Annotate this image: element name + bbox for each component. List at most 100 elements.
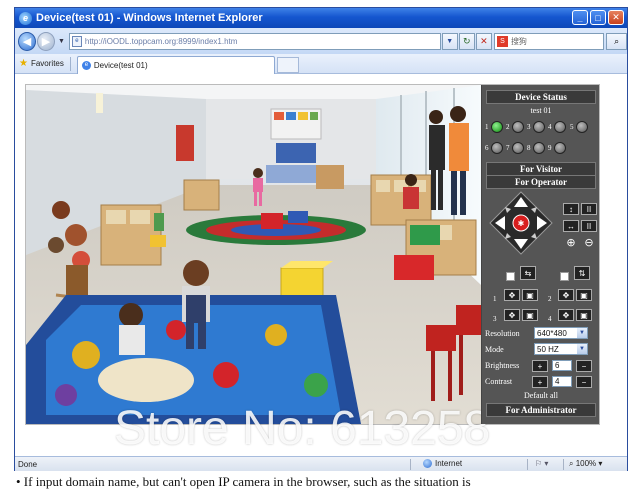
favorites-label[interactable]: Favorites <box>31 59 64 68</box>
led-num: 2 <box>506 123 510 131</box>
protected-mode-icon[interactable]: ⚐ ▾ <box>535 459 548 468</box>
status-led-9 <box>554 142 566 154</box>
ptz-direction-pad[interactable]: ✱ <box>489 191 553 255</box>
title-bar: e Device(test 01) - Windows Internet Exp… <box>15 8 627 28</box>
page-content: Store No: 613258 Device Status test 01 1… <box>15 75 627 456</box>
preset-2-save-button[interactable]: ▣ <box>576 289 592 301</box>
zoom-in-icon[interactable]: ⊕ <box>563 236 579 249</box>
brightness-decrease-button[interactable]: − <box>576 360 592 372</box>
mirror-icon: ⇆ <box>520 266 536 280</box>
mode-value: 50 HZ <box>537 344 559 354</box>
device-name: test 01 <box>530 106 552 115</box>
resolution-label: Resolution <box>485 329 520 338</box>
preset-4-call-button[interactable]: ✥ <box>558 309 574 321</box>
divider <box>69 56 71 71</box>
flip-icon: ⇅ <box>574 266 590 280</box>
contrast-field[interactable]: 4 <box>552 376 572 387</box>
address-dropdown-button[interactable]: ▼ <box>441 32 458 50</box>
divider <box>410 459 411 470</box>
for-visitor-header[interactable]: For Visitor <box>486 162 596 176</box>
preset-number: 1 <box>493 295 497 303</box>
mode-select[interactable]: 50 HZ ▼ <box>534 343 588 355</box>
status-led-2 <box>512 121 524 133</box>
status-led-1 <box>491 121 503 133</box>
preset-number: 2 <box>548 295 552 303</box>
led-num: 8 <box>527 144 531 152</box>
zoom-control[interactable]: ⌕ 100% ▾ <box>569 459 602 469</box>
preset-2-call-button[interactable]: ✥ <box>558 289 574 301</box>
chevron-down-icon: ▼ <box>577 344 587 354</box>
flip-checkbox[interactable] <box>560 272 569 281</box>
tab-device[interactable]: e Device(test 01) <box>76 55 275 74</box>
history-dropdown-icon[interactable]: ▼ <box>58 38 65 45</box>
brightness-increase-button[interactable]: + <box>532 360 548 372</box>
window-title: Device(test 01) - Windows Internet Explo… <box>36 12 263 24</box>
resolution-select[interactable]: 640*480 ▼ <box>534 327 588 339</box>
globe-icon <box>423 459 432 469</box>
default-all-link[interactable]: Default all <box>482 391 600 400</box>
mirror-checkbox[interactable] <box>506 272 515 281</box>
led-num: 7 <box>506 144 510 152</box>
led-num: 3 <box>527 123 531 131</box>
window-controls: _ □ ✕ <box>572 10 624 25</box>
svg-text:✱: ✱ <box>518 219 525 228</box>
contrast-increase-button[interactable]: + <box>532 376 548 388</box>
status-led-4 <box>554 121 566 133</box>
mode-label: Mode <box>485 345 504 354</box>
minimize-button[interactable]: _ <box>572 10 588 25</box>
led-num: 5 <box>570 123 574 131</box>
status-led-8 <box>533 142 545 154</box>
preset-number: 3 <box>493 315 497 323</box>
preset-4-save-button[interactable]: ▣ <box>576 309 592 321</box>
divider <box>563 459 564 470</box>
tab-page-icon: e <box>81 60 91 70</box>
horizontal-patrol-button[interactable]: ↔ <box>563 220 579 232</box>
preset-1-call-button[interactable]: ✥ <box>504 289 520 301</box>
vertical-stop-button[interactable]: II <box>581 203 597 215</box>
contrast-label: Contrast <box>485 377 513 386</box>
preset-number: 4 <box>548 315 552 323</box>
for-operator-header[interactable]: For Operator <box>486 175 596 189</box>
status-bar: Done Internet ⚐ ▾ ⌕ 100% ▾ <box>15 456 627 471</box>
control-panel: Device Status test 01 1 2 3 4 5 6 7 8 9 … <box>481 85 599 424</box>
favorites-bar: ★ Favorites e Device(test 01) <box>15 54 627 74</box>
zoom-level: 100% <box>575 459 597 468</box>
status-led-5 <box>576 121 588 133</box>
for-administrator-header[interactable]: For Administrator <box>486 403 596 417</box>
status-text: Done <box>18 459 38 469</box>
close-button[interactable]: ✕ <box>608 10 624 25</box>
zoom-out-icon[interactable]: ⊖ <box>581 236 597 249</box>
stop-button[interactable]: ✕ <box>475 32 492 50</box>
contrast-decrease-button[interactable]: − <box>576 376 592 388</box>
divider <box>527 459 528 470</box>
address-url: http://iOODL.toppcam.org:8999/index1.htm <box>84 36 238 46</box>
device-status-header: Device Status <box>486 90 596 104</box>
status-led-3 <box>533 121 545 133</box>
status-led-6 <box>491 142 503 154</box>
forward-button[interactable]: ▶ <box>36 31 55 51</box>
preset-3-save-button[interactable]: ▣ <box>522 309 538 321</box>
search-button[interactable]: ⌕ <box>606 32 628 50</box>
horizontal-stop-button[interactable]: II <box>581 220 597 232</box>
chevron-down-icon: ▼ <box>577 328 587 338</box>
search-provider-icon: S <box>496 35 508 47</box>
back-button[interactable]: ◀ <box>18 31 36 51</box>
new-tab-button[interactable] <box>276 56 299 73</box>
brightness-field[interactable]: 6 <box>552 360 572 371</box>
favorites-star-icon[interactable]: ★ <box>19 58 28 69</box>
ie-logo-icon: e <box>19 11 32 25</box>
search-placeholder: 搜狗 <box>510 36 527 46</box>
preset-1-save-button[interactable]: ▣ <box>522 289 538 301</box>
vertical-patrol-button[interactable]: ↕ <box>563 203 579 215</box>
refresh-button[interactable]: ↻ <box>458 32 475 50</box>
status-led-7 <box>512 142 524 154</box>
page-icon: e <box>71 35 82 47</box>
led-num: 1 <box>485 123 489 131</box>
maximize-button[interactable]: □ <box>590 10 606 25</box>
camera-viewer: Store No: 613258 Device Status test 01 1… <box>25 84 600 455</box>
camera-feed-image[interactable] <box>26 85 481 424</box>
preset-3-call-button[interactable]: ✥ <box>504 309 520 321</box>
search-field[interactable]: S 搜狗 <box>493 32 605 50</box>
address-field[interactable]: e http://iOODL.toppcam.org:8999/index1.h… <box>68 32 441 50</box>
page-bullet-text: • If input domain name, but can't open I… <box>16 474 471 489</box>
